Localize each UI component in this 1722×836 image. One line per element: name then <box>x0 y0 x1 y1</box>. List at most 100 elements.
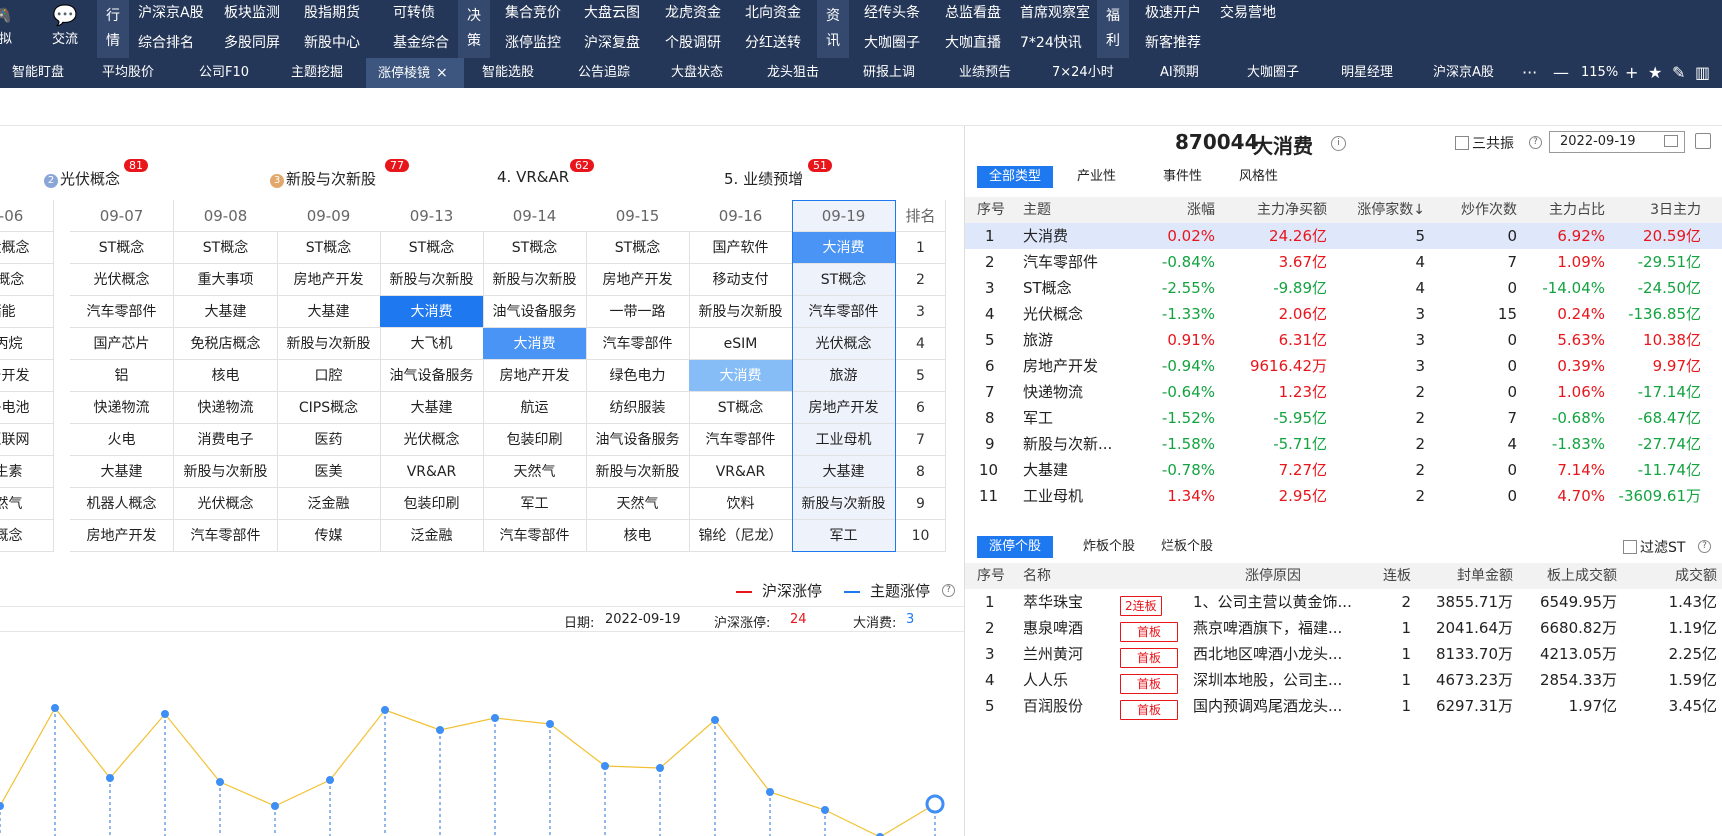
type-tab[interactable]: 事件性 <box>1151 166 1214 188</box>
data-point[interactable] <box>0 802 4 810</box>
tab-7[interactable]: 大盘状态 <box>671 58 723 88</box>
topbar-link[interactable]: 沪深复盘 <box>584 32 640 52</box>
theme-cell[interactable]: 核电 <box>174 360 278 392</box>
tab-10[interactable]: 业绩预告 <box>959 58 1011 88</box>
tab-4[interactable]: 涨停棱镜 × <box>366 58 464 88</box>
limit-reason[interactable]: 国内预调鸡尾酒龙头... <box>1193 693 1342 719</box>
topbar-link[interactable]: 7*24快讯 <box>1020 32 1082 52</box>
theme-cell[interactable]: 新股与次新股 <box>277 328 381 360</box>
data-point[interactable] <box>326 776 334 784</box>
theme-cell[interactable]: 离子电池 <box>0 392 54 424</box>
theme-cell[interactable]: VR&AR <box>689 456 793 488</box>
close-icon[interactable]: × <box>436 65 448 81</box>
limit-reason[interactable]: 1、公司主营以黄金饰... <box>1193 589 1352 615</box>
help-icon[interactable]: ? <box>1529 136 1542 149</box>
theme-cell[interactable]: ST概念 <box>380 232 484 264</box>
theme-cell[interactable]: 传媒 <box>277 520 381 552</box>
top-theme-item[interactable]: 4. VR&AR 62 <box>497 159 594 186</box>
theme-cell[interactable]: ST概念 <box>277 232 381 264</box>
pen-icon[interactable]: ✎ <box>1672 58 1685 88</box>
theme-cell[interactable]: 纺织服装 <box>586 392 690 424</box>
theme-row[interactable]: 2 汽车零部件 -0.84% 3.67亿 4 7 1.09% -29.51亿 <box>965 249 1722 275</box>
theme-cell[interactable]: 汽车零部件 <box>70 296 174 328</box>
theme-cell[interactable]: 国产软件 <box>689 232 793 264</box>
theme-cell[interactable]: 新股与次新股 <box>380 264 484 296</box>
data-point[interactable] <box>271 802 279 810</box>
theme-cell[interactable]: 医药 <box>277 424 381 456</box>
theme-cell[interactable]: 油气设备服务 <box>380 360 484 392</box>
theme-cell[interactable]: 大消费 <box>483 328 587 360</box>
theme-cell[interactable]: 大消费 <box>380 296 484 328</box>
theme-cell[interactable]: 房地产开发 <box>277 264 381 296</box>
data-point[interactable] <box>436 726 444 734</box>
theme-cell[interactable]: 国产芯片 <box>70 328 174 360</box>
data-point[interactable] <box>925 794 945 814</box>
date-header[interactable]: 09-15 <box>586 200 690 232</box>
topbar-link[interactable]: 涨停监控 <box>505 32 561 52</box>
topbar-link[interactable]: 交易营地 <box>1220 2 1276 22</box>
date-header[interactable]: 09-09 <box>277 200 381 232</box>
theme-row[interactable]: 10 大基建 -0.78% 7.27亿 2 0 7.14% -11.74亿 <box>965 457 1722 483</box>
data-point[interactable] <box>491 714 499 722</box>
date-header[interactable]: 09-16 <box>689 200 793 232</box>
topbar-link[interactable]: 板块监测 <box>224 2 280 22</box>
stock-row[interactable]: 2 惠泉啤酒 首板 燕京啤酒旗下，福建... 1 2041.64万 6680.82万 1.19… <box>965 615 1722 642</box>
theme-cell[interactable]: 铝 <box>70 360 174 392</box>
tab-5[interactable]: 智能选股 <box>482 58 534 88</box>
zoom-level[interactable]: 115% <box>1581 58 1618 88</box>
column-header[interactable]: 序号 <box>977 197 1005 223</box>
tab-11[interactable]: 7×24小时 <box>1052 58 1114 88</box>
theme-cell[interactable]: ST概念 <box>586 232 690 264</box>
column-header[interactable]: 成交额 <box>1675 563 1717 589</box>
tab-13[interactable]: 大咖圈子 <box>1247 58 1299 88</box>
column-header[interactable]: 主题 <box>1023 197 1051 223</box>
topbar-category[interactable]: 福利 <box>1097 0 1129 58</box>
theme-cell[interactable]: 泛金融 <box>380 520 484 552</box>
theme-row[interactable]: 9 新股与次新... -1.58% -5.71亿 2 4 -1.83% -27.74亿 <box>965 431 1722 457</box>
theme-cell[interactable]: 新股与次新股 <box>689 296 793 328</box>
theme-cell[interactable]: 光伏概念 <box>70 264 174 296</box>
theme-cell[interactable]: ST概念 <box>483 232 587 264</box>
theme-cell[interactable]: 航运 <box>483 392 587 424</box>
date-header[interactable]: 09-14 <box>483 200 587 232</box>
theme-cell[interactable]: 免税店概念 <box>174 328 278 360</box>
data-point[interactable] <box>656 764 664 772</box>
theme-cell[interactable]: VR&AR <box>380 456 484 488</box>
type-tab[interactable]: 风格性 <box>1227 166 1290 188</box>
data-point[interactable] <box>546 720 554 728</box>
theme-row[interactable]: 8 军工 -1.52% -5.95亿 2 7 -0.68% -68.47亿 <box>965 405 1722 431</box>
theme-cell[interactable]: 军工 <box>483 488 587 520</box>
stock-row[interactable]: 5 百润股份 首板 国内预调鸡尾酒龙头... 1 6297.31万 1.97亿 3.45亿 <box>965 693 1722 720</box>
theme-cell[interactable]: 消费电子 <box>174 424 278 456</box>
star-icon[interactable]: ★ <box>1648 58 1662 88</box>
theme-row[interactable]: 4 光伏概念 -1.33% 2.06亿 3 15 0.24% -136.85亿 <box>965 301 1722 327</box>
type-tab[interactable]: 全部类型 <box>977 166 1054 188</box>
data-point[interactable] <box>381 706 389 714</box>
topbar-link[interactable]: 股指期货 <box>304 2 360 22</box>
more-icon[interactable]: ··· <box>1522 58 1537 88</box>
theme-cell[interactable]: 绿色电力 <box>586 360 690 392</box>
column-header[interactable]: 连板 <box>1383 563 1411 589</box>
topbar-link[interactable]: 大咖直播 <box>945 32 1001 52</box>
theme-cell[interactable]: 星互联网 <box>0 424 54 456</box>
type-tab[interactable]: 产业性 <box>1065 166 1128 188</box>
data-point[interactable] <box>51 704 59 712</box>
tab-15[interactable]: 沪深京A股 <box>1433 58 1494 88</box>
data-point[interactable] <box>766 788 774 796</box>
sangongzhen-checkbox[interactable]: 三共振 <box>1455 133 1514 153</box>
topbar-category[interactable]: 资讯 <box>817 0 849 58</box>
topbar-link[interactable]: 总监看盘 <box>945 2 1001 22</box>
tab-14[interactable]: 明星经理 <box>1341 58 1393 88</box>
theme-cell[interactable]: 汽车零部件 <box>689 424 793 456</box>
date-header[interactable]: 09-13 <box>380 200 484 232</box>
theme-cell[interactable]: ST概念 <box>70 232 174 264</box>
tab-8[interactable]: 龙头狙击 <box>767 58 819 88</box>
theme-cell[interactable]: 汽车零部件 <box>174 520 278 552</box>
theme-cell[interactable]: 新股与次新股 <box>483 264 587 296</box>
topbar-link[interactable]: 个股调研 <box>665 32 721 52</box>
topbar-link[interactable]: 基金综合 <box>393 32 449 52</box>
limit-reason[interactable]: 深圳本地股，公司主... <box>1193 667 1342 693</box>
column-header[interactable]: 涨停家数↓ <box>1357 197 1425 223</box>
theme-cell[interactable]: 核电 <box>586 520 690 552</box>
help-icon[interactable]: ? <box>1698 540 1711 553</box>
